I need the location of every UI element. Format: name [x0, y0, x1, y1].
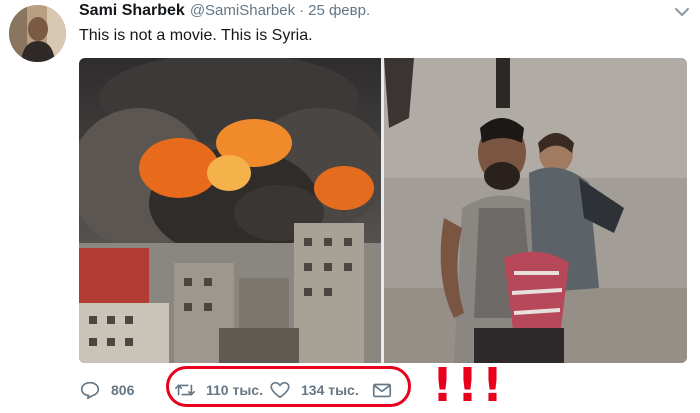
- display-name[interactable]: Sami Sharbek: [79, 2, 185, 20]
- caret-down-icon[interactable]: [674, 6, 690, 18]
- tweet-header: Sami Sharbek @SamiSharbek · 25 февр.: [79, 2, 370, 24]
- reply-icon: [80, 381, 100, 400]
- avatar[interactable]: [9, 5, 66, 62]
- man-carrying-child-photo[interactable]: [384, 58, 687, 363]
- explosion-photo[interactable]: [79, 58, 381, 363]
- tweet-text: This is not a movie. This is Syria.: [79, 27, 313, 44]
- reply-count: 806: [111, 382, 135, 398]
- exclamation-marks: !!!: [432, 358, 507, 412]
- user-handle[interactable]: @SamiSharbek: [190, 2, 295, 19]
- tweet-media[interactable]: [79, 58, 687, 363]
- separator-dot: ·: [299, 2, 305, 19]
- highlight-oval: [166, 366, 411, 407]
- reply-button[interactable]: 806: [79, 377, 134, 403]
- tweet-date[interactable]: 25 февр.: [308, 2, 370, 19]
